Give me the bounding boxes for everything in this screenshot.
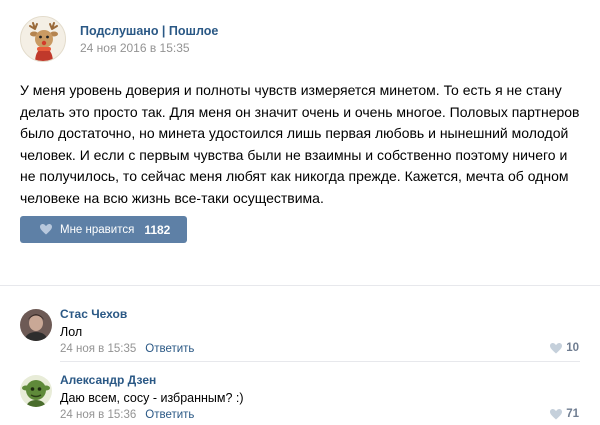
heart-icon <box>550 342 563 353</box>
commenter-avatar[interactable] <box>20 375 52 407</box>
heart-icon <box>550 408 563 419</box>
group-avatar[interactable] <box>20 16 66 62</box>
like-label: Мне нравится <box>60 223 135 236</box>
like-button[interactable]: Мне нравится 1182 <box>20 216 187 243</box>
comment-text: Лол <box>60 325 83 339</box>
reply-link[interactable]: Ответить <box>145 409 194 421</box>
like-count: 1182 <box>144 222 171 237</box>
comment-meta: 24 ноя в 15:35 Ответить <box>60 342 194 356</box>
post-header: Подслушано | Пошлое 24 ноя 2016 в 15:35 <box>20 16 218 62</box>
commenter-avatar[interactable] <box>20 309 52 341</box>
post-divider <box>0 285 600 286</box>
comment-meta: 24 ноя в 15:36 Ответить <box>60 408 194 422</box>
user-photo-icon <box>20 375 52 407</box>
heart-icon <box>40 224 52 235</box>
user-photo-icon <box>20 309 52 341</box>
comment-text: Даю всем, сосу - избранным? :) <box>60 391 244 405</box>
comment-divider <box>60 361 580 362</box>
comment-date[interactable]: 24 ноя в 15:36 <box>60 409 136 421</box>
reply-link[interactable]: Ответить <box>145 343 194 355</box>
post-date[interactable]: 24 ноя 2016 в 15:35 <box>80 40 218 56</box>
comment-like-count: 10 <box>566 342 579 354</box>
comment-like-button[interactable]: 71 <box>550 408 579 420</box>
comment-author-link[interactable]: Александр Дзен <box>60 373 156 388</box>
group-name-link[interactable]: Подслушано | Пошлое <box>80 23 218 39</box>
comment-like-count: 71 <box>566 408 579 420</box>
comment-like-button[interactable]: 10 <box>550 342 579 354</box>
deer-avatar-icon <box>21 17 65 61</box>
comment-author-link[interactable]: Стас Чехов <box>60 307 127 322</box>
comment-date[interactable]: 24 ноя в 15:35 <box>60 343 136 355</box>
post-text: У меня уровень доверия и полноты чувств … <box>20 82 580 206</box>
